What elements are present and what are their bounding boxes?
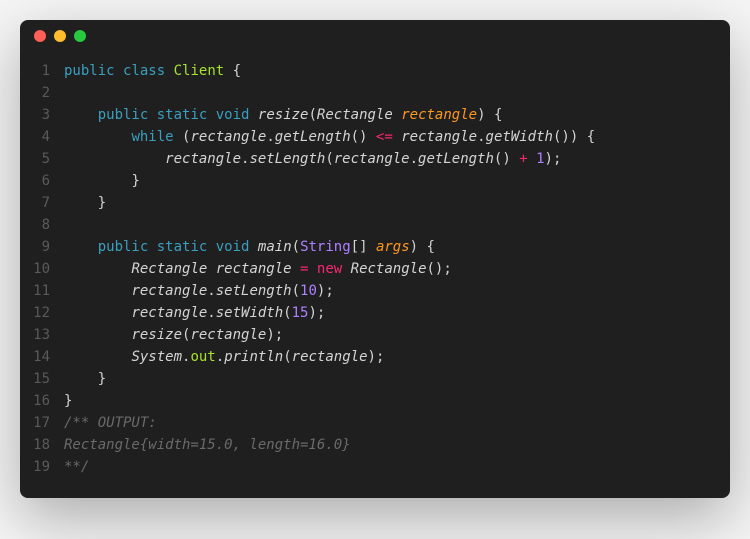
- line-number: 13: [20, 324, 64, 346]
- code-content: Rectangle rectangle = new Rectangle();: [64, 258, 730, 280]
- code-line: 5 rectangle.setLength(rectangle.getLengt…: [20, 148, 730, 170]
- code-window: 1public class Client {2 3 public static …: [20, 20, 730, 498]
- code-line: 10 Rectangle rectangle = new Rectangle()…: [20, 258, 730, 280]
- code-line: 11 rectangle.setLength(10);: [20, 280, 730, 302]
- code-content: while (rectangle.getLength() <= rectangl…: [64, 126, 730, 148]
- line-number: 5: [20, 148, 64, 170]
- code-line: 13 resize(rectangle);: [20, 324, 730, 346]
- code-content: **/: [64, 456, 730, 478]
- line-number: 4: [20, 126, 64, 148]
- line-number: 9: [20, 236, 64, 258]
- code-content: rectangle.setWidth(15);: [64, 302, 730, 324]
- code-line: 9 public static void main(String[] args)…: [20, 236, 730, 258]
- code-content: public static void resize(Rectangle rect…: [64, 104, 730, 126]
- code-content: }: [64, 368, 730, 390]
- code-content: [64, 214, 730, 236]
- line-number: 17: [20, 412, 64, 434]
- line-number: 16: [20, 390, 64, 412]
- code-line: 18Rectangle{width=15.0, length=16.0}: [20, 434, 730, 456]
- line-number: 8: [20, 214, 64, 236]
- line-number: 12: [20, 302, 64, 324]
- code-line: 12 rectangle.setWidth(15);: [20, 302, 730, 324]
- line-number: 1: [20, 60, 64, 82]
- code-line: 3 public static void resize(Rectangle re…: [20, 104, 730, 126]
- code-line: 8: [20, 214, 730, 236]
- titlebar: [20, 20, 730, 52]
- minimize-icon[interactable]: [54, 30, 66, 42]
- line-number: 2: [20, 82, 64, 104]
- code-line: 7 }: [20, 192, 730, 214]
- close-icon[interactable]: [34, 30, 46, 42]
- code-content: System.out.println(rectangle);: [64, 346, 730, 368]
- code-line: 16}: [20, 390, 730, 412]
- code-line: 14 System.out.println(rectangle);: [20, 346, 730, 368]
- line-number: 3: [20, 104, 64, 126]
- code-content: }: [64, 192, 730, 214]
- code-line: 15 }: [20, 368, 730, 390]
- line-number: 7: [20, 192, 64, 214]
- code-line: 6 }: [20, 170, 730, 192]
- code-content: Rectangle{width=15.0, length=16.0}: [64, 434, 730, 456]
- code-line: 2: [20, 82, 730, 104]
- code-line: 4 while (rectangle.getLength() <= rectan…: [20, 126, 730, 148]
- code-line: 19**/: [20, 456, 730, 478]
- code-content: rectangle.setLength(rectangle.getLength(…: [64, 148, 730, 170]
- code-content: }: [64, 390, 730, 412]
- code-content: [64, 82, 730, 104]
- line-number: 11: [20, 280, 64, 302]
- line-number: 15: [20, 368, 64, 390]
- line-number: 10: [20, 258, 64, 280]
- code-editor[interactable]: 1public class Client {2 3 public static …: [20, 52, 730, 498]
- line-number: 14: [20, 346, 64, 368]
- code-content: public static void main(String[] args) {: [64, 236, 730, 258]
- code-line: 1public class Client {: [20, 60, 730, 82]
- line-number: 19: [20, 456, 64, 478]
- code-content: rectangle.setLength(10);: [64, 280, 730, 302]
- code-content: /** OUTPUT:: [64, 412, 730, 434]
- code-content: resize(rectangle);: [64, 324, 730, 346]
- code-content: public class Client {: [64, 60, 730, 82]
- line-number: 18: [20, 434, 64, 456]
- code-line: 17/** OUTPUT:: [20, 412, 730, 434]
- maximize-icon[interactable]: [74, 30, 86, 42]
- code-content: }: [64, 170, 730, 192]
- line-number: 6: [20, 170, 64, 192]
